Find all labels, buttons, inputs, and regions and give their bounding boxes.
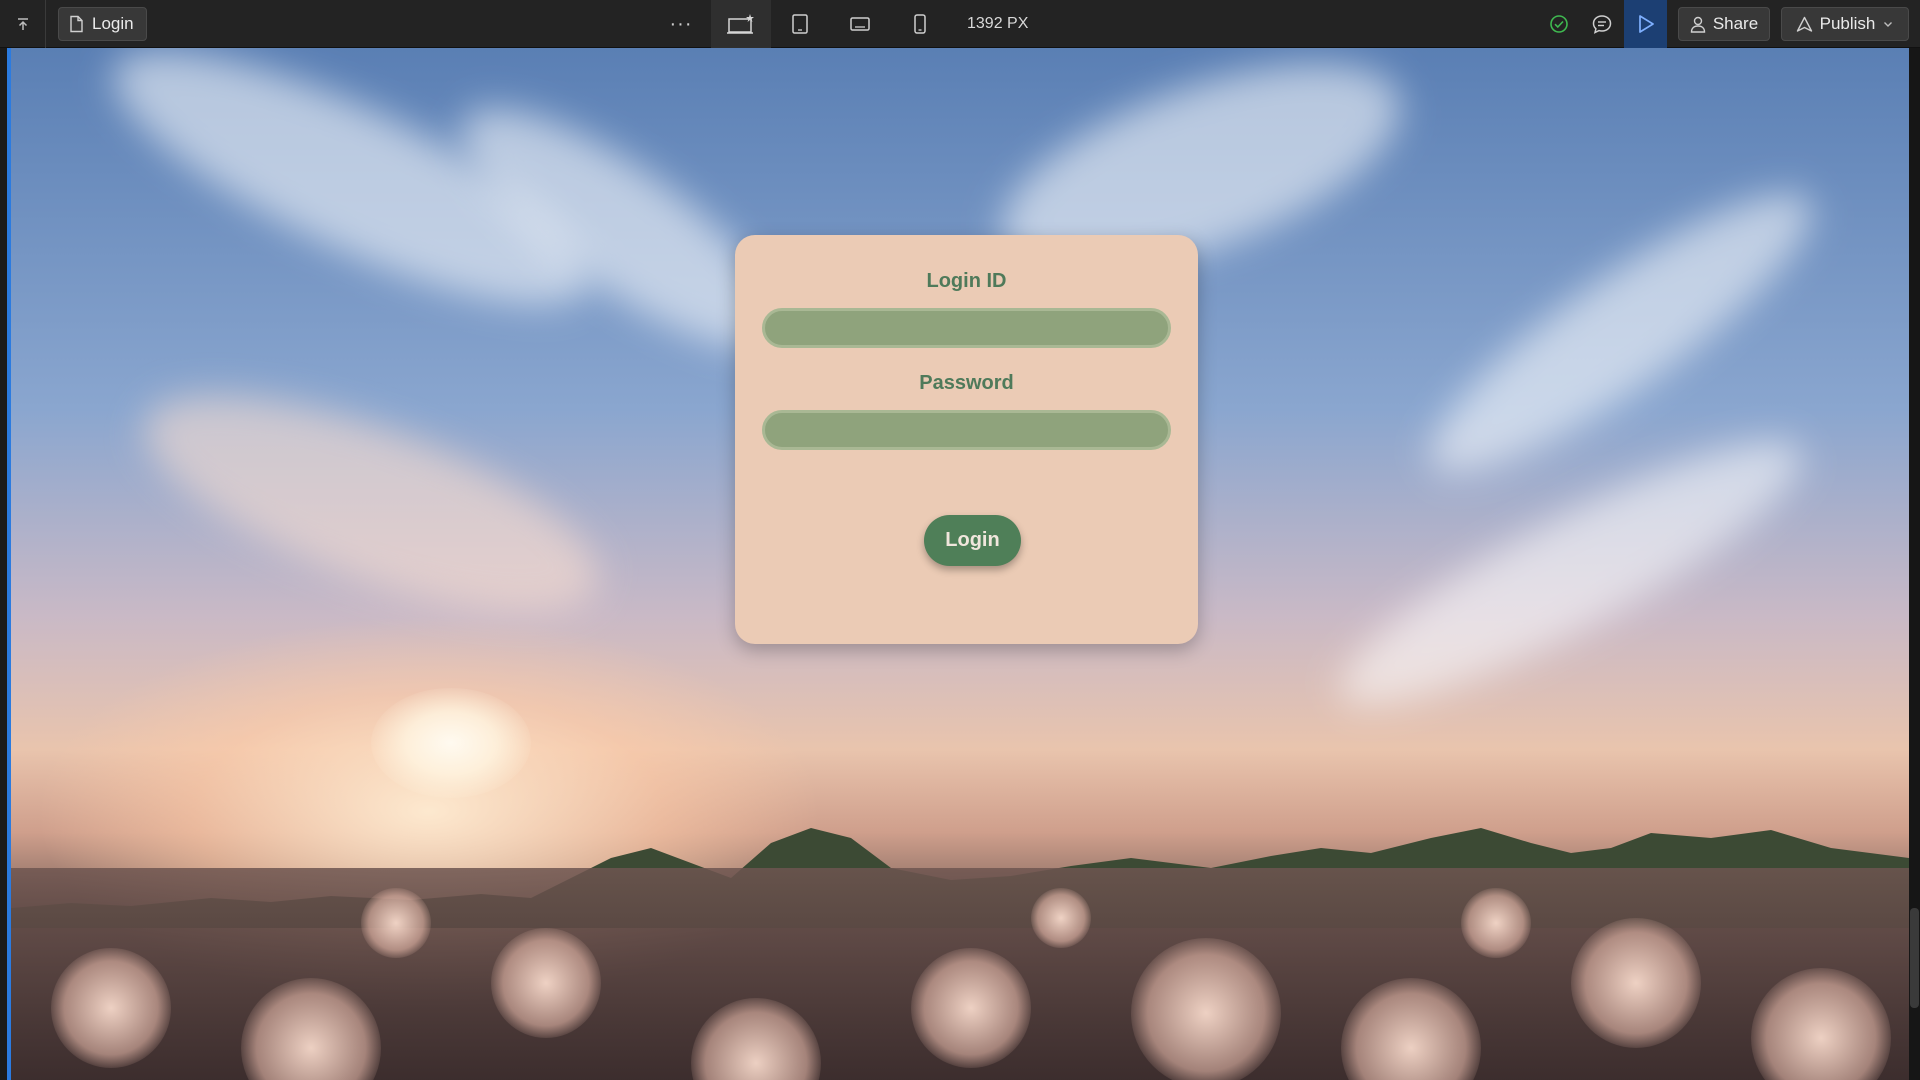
canvas-width-readout: 1392 PX	[967, 15, 1029, 32]
page-selector[interactable]: Login	[58, 7, 147, 41]
mobile-breakpoint-button[interactable]	[890, 0, 950, 48]
dandelion	[1461, 888, 1531, 958]
publish-icon	[1796, 16, 1812, 32]
mobile-icon	[914, 14, 926, 34]
dandelion	[51, 948, 171, 1068]
play-icon	[1638, 15, 1654, 33]
desktop-breakpoint-button[interactable]	[711, 0, 771, 48]
editor-toolbar: Login ··· 1392 PX Share Publish	[0, 0, 1920, 48]
dandelion	[1571, 918, 1701, 1048]
more-options-button[interactable]: ···	[664, 0, 698, 48]
tablet-breakpoint-button[interactable]	[770, 0, 830, 48]
password-label: Password	[919, 372, 1014, 394]
more-options-icon: ···	[669, 12, 693, 35]
check-circle-icon	[1550, 15, 1568, 33]
dandelion	[361, 888, 431, 958]
landscape-breakpoint-button[interactable]	[830, 0, 890, 48]
user-icon	[1690, 16, 1706, 33]
dandelion	[491, 928, 601, 1038]
publish-label: Publish	[1819, 14, 1876, 33]
page-icon	[70, 15, 83, 33]
canvas-scrollbar[interactable]	[1909, 48, 1920, 1080]
tablet-icon	[792, 14, 808, 34]
collapse-up-icon	[17, 18, 28, 30]
login-id-input[interactable]	[762, 308, 1171, 348]
page-name: Login	[92, 14, 134, 33]
design-canvas: Login ID Password Login	[0, 48, 1920, 1080]
dandelion	[1031, 888, 1091, 948]
collapse-toolbar-button[interactable]	[0, 0, 46, 48]
desktop-breakpoint-icon	[727, 14, 754, 34]
password-input[interactable]	[762, 410, 1171, 450]
sun	[371, 688, 531, 798]
scrollbar-thumb[interactable]	[1910, 908, 1919, 1008]
preview-button[interactable]	[1624, 0, 1667, 48]
login-card: Login ID Password Login	[735, 235, 1198, 644]
login-id-label: Login ID	[926, 270, 1007, 292]
publish-status-indicator[interactable]	[1541, 0, 1577, 48]
chevron-down-icon[interactable]	[1882, 18, 1894, 30]
tablet-landscape-icon	[850, 17, 870, 31]
dandelion	[1131, 938, 1281, 1080]
dandelion	[911, 948, 1031, 1068]
publish-button[interactable]: Publish	[1781, 7, 1909, 41]
share-label: Share	[1712, 14, 1759, 33]
login-button[interactable]: Login	[924, 515, 1021, 566]
comments-icon	[1592, 15, 1612, 34]
comments-button[interactable]	[1584, 0, 1620, 48]
share-button[interactable]: Share	[1678, 7, 1770, 41]
